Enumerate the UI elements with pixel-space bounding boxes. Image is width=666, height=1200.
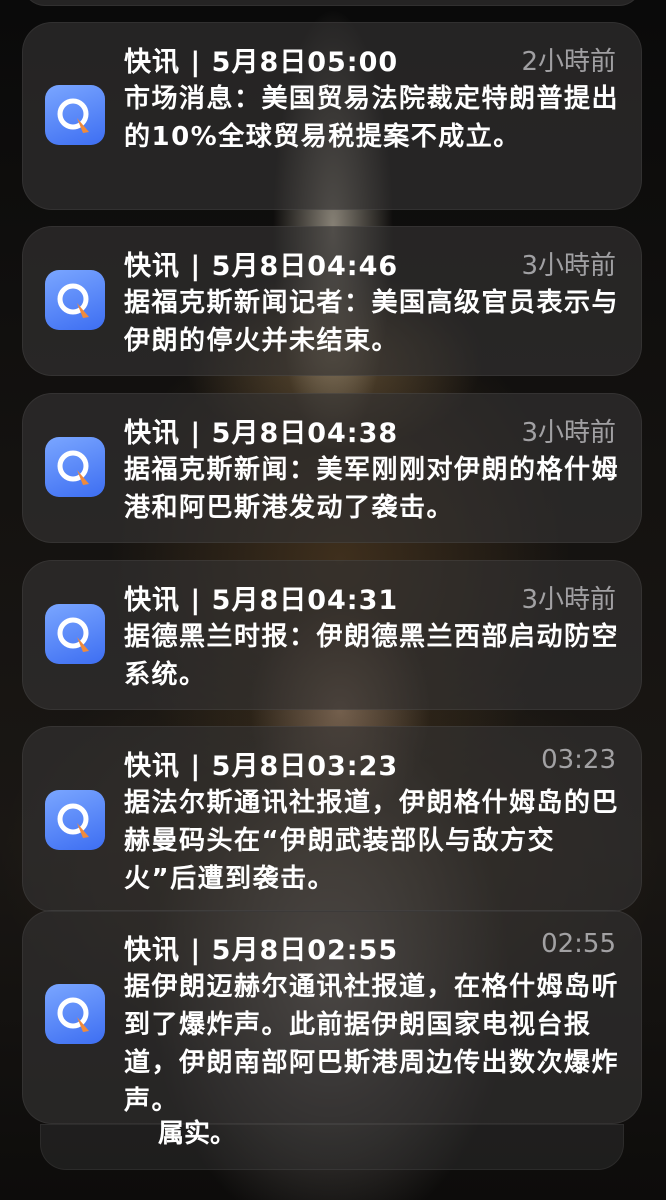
- notification-message: 据德黑兰时报：伊朗德黑兰西部启动防空系统。: [124, 622, 620, 690]
- news-app-icon: [45, 790, 105, 850]
- notification-card[interactable]: 快讯 | 5月8日04:31 3小時前 据德黑兰时报：伊朗德黑兰西部启动防空系统…: [22, 560, 642, 710]
- notification-time: 3小時前: [521, 418, 616, 448]
- notification-title: 快讯 | 5月8日04:31: [124, 585, 399, 616]
- notification-title: 快讯 | 5月8日04:46: [124, 251, 399, 282]
- notification-title: 快讯 | 5月8日05:00: [124, 47, 399, 78]
- notification-time: 2小時前: [521, 47, 616, 77]
- notification-time: 3小時前: [521, 251, 616, 281]
- notification-time: 03:23: [541, 745, 616, 775]
- news-app-icon: [45, 270, 105, 330]
- notification-card-stacked[interactable]: [40, 1124, 624, 1170]
- notification-message: 据伊朗迈赫尔通讯社报道，在格什姆岛听到了爆炸声。此前据伊朗国家电视台报道，伊朗南…: [124, 972, 620, 1116]
- notification-message: 据福克斯新闻记者：美国高级官员表示与伊朗的停火并未结束。: [124, 288, 620, 356]
- notification-card[interactable]: 快讯 | 5月8日03:23 03:23 据法尔斯通讯社报道，伊朗格什姆岛的巴赫…: [22, 726, 642, 912]
- notification-time: 3小時前: [521, 585, 616, 615]
- notification-card[interactable]: 快讯 | 5月8日04:38 3小時前 据福克斯新闻：美军刚刚对伊朗的格什姆港和…: [22, 393, 642, 543]
- notification-title: 快讯 | 5月8日03:23: [124, 751, 399, 782]
- news-app-icon: [45, 604, 105, 664]
- notification-message: 据福克斯新闻：美军刚刚对伊朗的格什姆港和阿巴斯港发动了袭击。: [124, 455, 620, 523]
- notification-time: 02:55: [541, 929, 616, 959]
- notification-message: 市场消息：美国贸易法院裁定特朗普提出的10%全球贸易税提案不成立。: [124, 84, 620, 152]
- notification-message: 据法尔斯通讯社报道，伊朗格什姆岛的巴赫曼码头在“伊朗武装部队与敌方交火”后遭到袭…: [124, 788, 620, 894]
- notification-card[interactable]: 快讯 | 5月8日02:55 02:55 据伊朗迈赫尔通讯社报道，在格什姆岛听到…: [22, 910, 642, 1124]
- notification-card-partial[interactable]: [22, 0, 642, 6]
- notification-title: 快讯 | 5月8日02:55: [124, 935, 399, 966]
- news-app-icon: [45, 85, 105, 145]
- news-app-icon: [45, 437, 105, 497]
- notification-card[interactable]: 快讯 | 5月8日05:00 2小時前 市场消息：美国贸易法院裁定特朗普提出的1…: [22, 22, 642, 210]
- notification-card[interactable]: 快讯 | 5月8日04:46 3小時前 据福克斯新闻记者：美国高级官员表示与伊朗…: [22, 226, 642, 376]
- news-app-icon: [45, 984, 105, 1044]
- notification-title: 快讯 | 5月8日04:38: [124, 418, 399, 449]
- stacked-notification-text: 属实。: [158, 1119, 237, 1149]
